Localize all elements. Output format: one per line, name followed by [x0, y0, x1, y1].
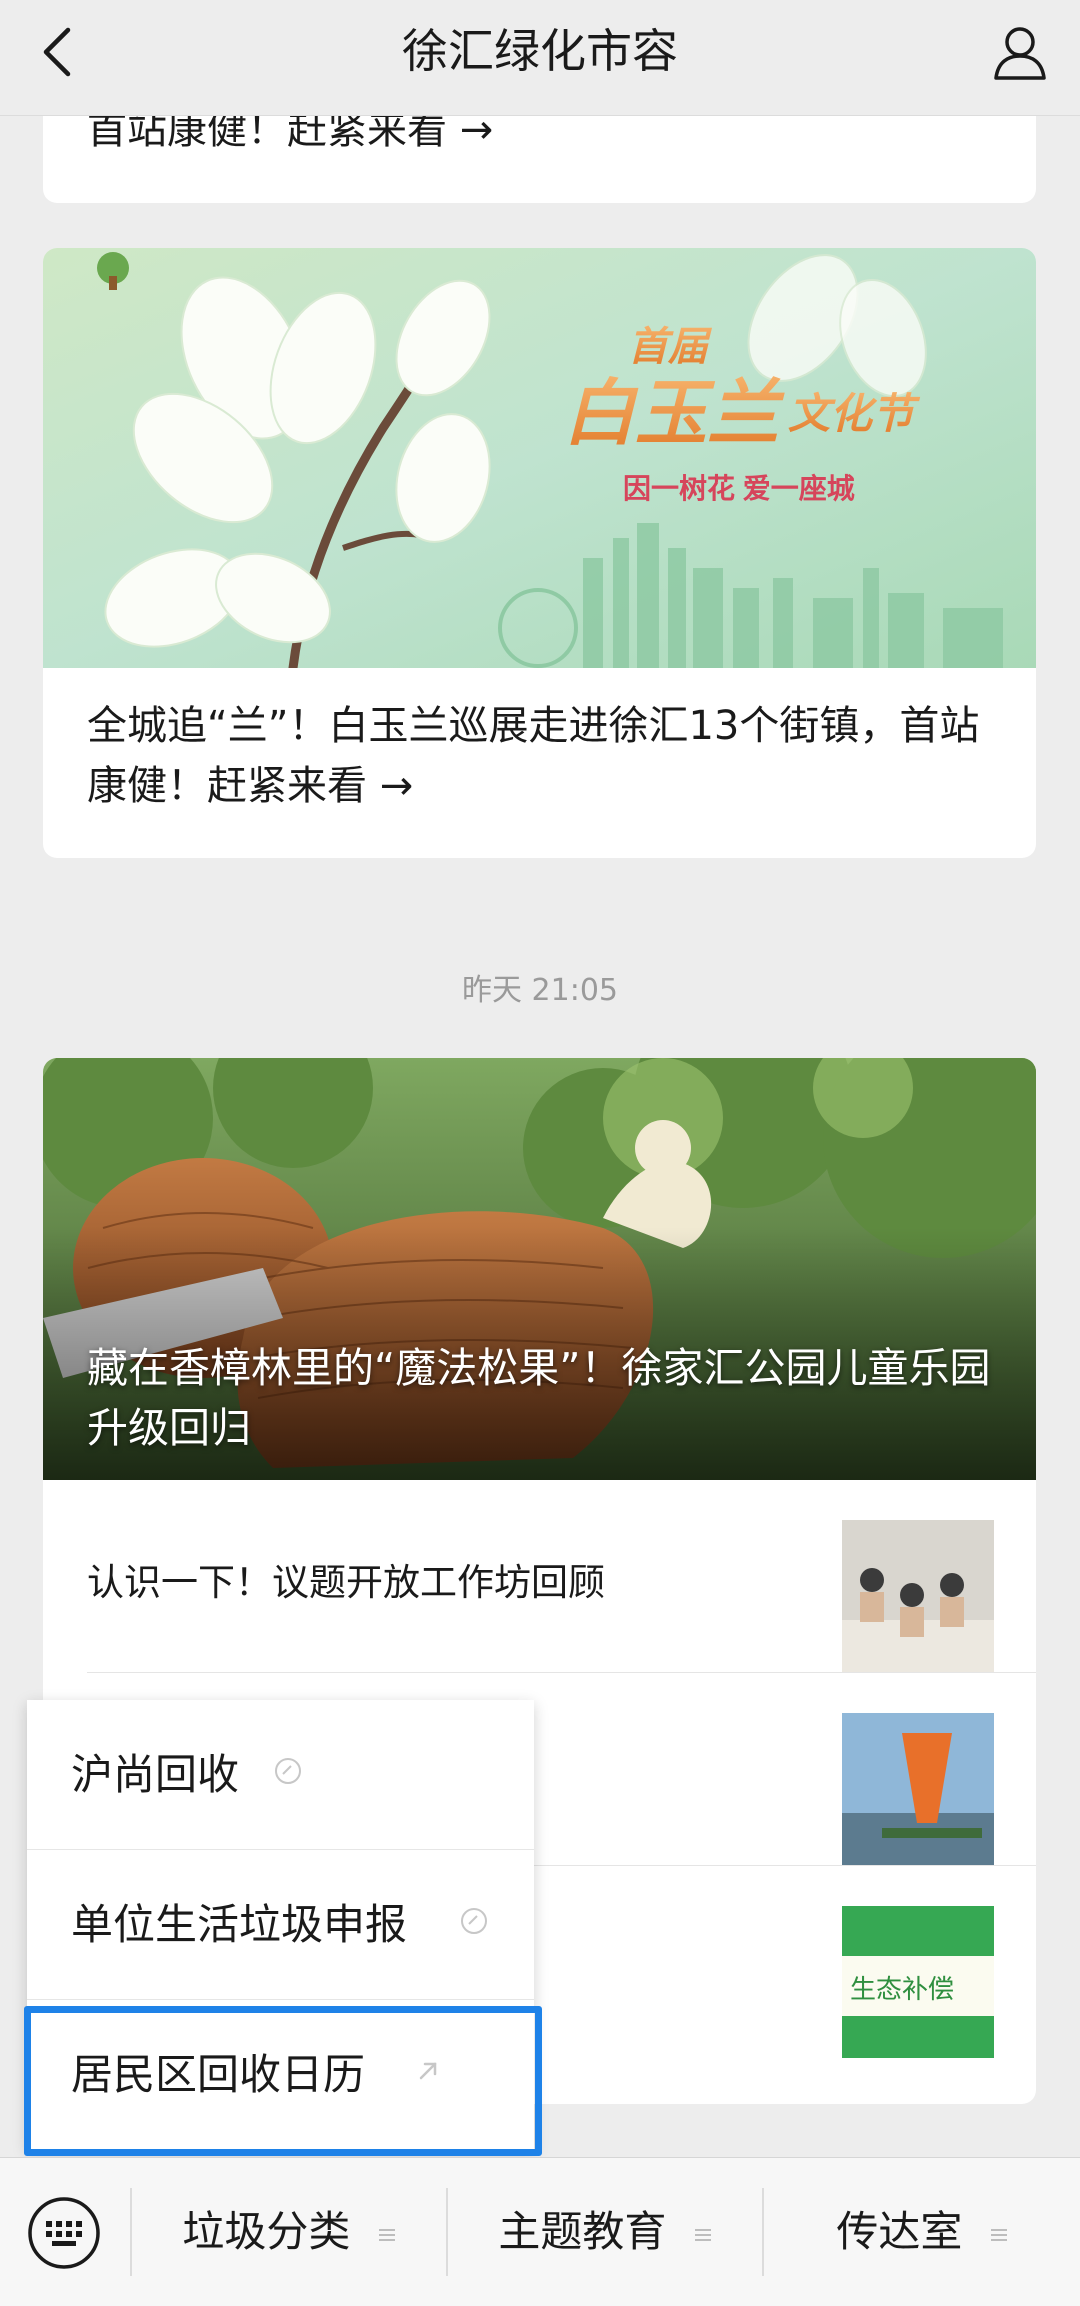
- banner-slogan-text: 因一树花 爱一座城: [623, 472, 855, 504]
- profile-icon[interactable]: [988, 20, 1052, 84]
- ecology-thumbnail: 生态补偿: [842, 1906, 994, 2058]
- hero-article[interactable]: 藏在香樟林里的“魔法松果”！徐家汇公园儿童乐园升级回归: [43, 1058, 1036, 1480]
- menu-tab-waste-sorting[interactable]: 垃圾分类: [132, 2158, 446, 2306]
- top-navbar: 徐汇绿化市容: [0, 0, 1080, 116]
- menu-item-label: 单位生活垃圾申报: [71, 1900, 408, 1949]
- menu-lines-icon: [378, 2228, 395, 2241]
- selected-menu-highlight: [24, 2006, 542, 2156]
- banner-pre-text: 首届: [628, 325, 713, 369]
- menu-item-unit-waste-report[interactable]: 单位生活垃圾申报: [27, 1850, 534, 2000]
- menu-lines-icon: [990, 2228, 1007, 2241]
- message-timestamp: 昨天 21:05: [462, 973, 618, 1008]
- menu-tab-label: 传达室: [836, 2207, 963, 2256]
- banner-main-text: 白玉兰: [563, 374, 785, 454]
- menu-item-label: 沪尚回收: [71, 1750, 240, 1799]
- link-icon: [461, 1908, 487, 1934]
- article-card-magnolia[interactable]: 首届 白玉兰 文化节 因一树花 爱一座城 全城追“兰”！白玉兰巡展走进徐汇13个…: [43, 248, 1036, 858]
- link-icon: [275, 1758, 301, 1784]
- menu-tab-theme-education[interactable]: 主题教育: [448, 2158, 762, 2306]
- thumb-text: 生态补偿: [850, 1974, 954, 2004]
- article-title: 全城追“兰”！白玉兰巡展走进徐汇13个街镇，首站康健！赶紧来看 →: [87, 703, 980, 809]
- menu-tab-label: 主题教育: [498, 2207, 667, 2256]
- hero-article-title: 藏在香樟林里的“魔法松果”！徐家汇公园儿童乐园升级回归: [87, 1344, 991, 1452]
- list-item[interactable]: 认识一下！议题开放工作坊回顾: [43, 1480, 1036, 1673]
- magnolia-festival-banner: 首届 白玉兰 文化节 因一树花 爱一座城: [43, 248, 1036, 668]
- workshop-thumbnail: [842, 1520, 994, 1672]
- banner-suffix-text: 文化节: [788, 390, 921, 437]
- menu-item-recycle-hu[interactable]: 沪尚回收: [27, 1700, 534, 1850]
- keyboard-icon[interactable]: [26, 2195, 102, 2271]
- menu-tab-reception[interactable]: 传达室: [764, 2158, 1080, 2306]
- page-title: 徐汇绿化市容: [402, 24, 678, 78]
- list-item-title: 认识一下！议题开放工作坊回顾: [87, 1561, 605, 1604]
- menu-lines-icon: [694, 2228, 711, 2241]
- bottom-menu-bar: 垃圾分类 主题教育 传达室: [0, 2157, 1080, 2306]
- waterfront-crane-thumbnail: [842, 1713, 994, 1865]
- menu-tab-label: 垃圾分类: [182, 2207, 351, 2256]
